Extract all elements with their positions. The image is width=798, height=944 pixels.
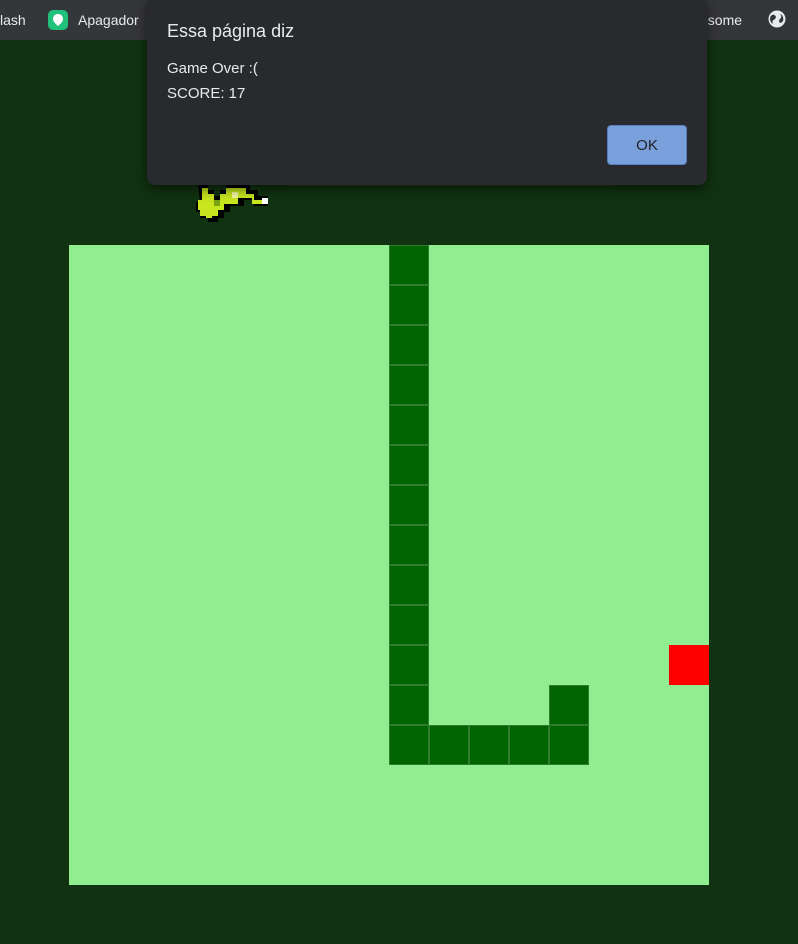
food <box>669 645 709 685</box>
snake-segment <box>389 605 429 645</box>
snake-segment <box>389 405 429 445</box>
apagador-icon <box>48 10 68 30</box>
snake-segment <box>389 485 429 525</box>
snake-segment <box>469 725 509 765</box>
snake-segment <box>389 565 429 605</box>
bookmark-label: lash <box>0 12 26 28</box>
alert-dialog: Essa página diz Game Over :( SCORE: 17 O… <box>147 0 707 185</box>
score-message: SCORE: 17 <box>167 85 246 102</box>
snake-segment <box>389 685 429 725</box>
ok-button[interactable]: OK <box>607 125 687 165</box>
bookmark-item-apagador[interactable]: Apagador <box>48 0 139 40</box>
dialog-title: Essa página diz <box>167 21 295 41</box>
bookmark-label: Apagador <box>78 12 139 28</box>
snake-segment <box>389 325 429 365</box>
game-over-message: Game Over :( <box>167 60 258 77</box>
snake-segment <box>429 725 469 765</box>
snake-segment <box>389 525 429 565</box>
game-board <box>69 245 709 885</box>
bookmark-item-globe[interactable] <box>767 0 787 40</box>
snake-segment <box>389 645 429 685</box>
snake-segment <box>389 725 429 765</box>
snake-segment <box>389 365 429 405</box>
snake-segment <box>549 725 589 765</box>
globe-icon <box>767 9 787 32</box>
snake-segment <box>389 245 429 285</box>
snake-segment <box>549 685 589 725</box>
snake-segment <box>389 445 429 485</box>
snake-segment <box>509 725 549 765</box>
snake-segment <box>389 285 429 325</box>
bookmark-item-1[interactable]: lash <box>0 0 26 40</box>
